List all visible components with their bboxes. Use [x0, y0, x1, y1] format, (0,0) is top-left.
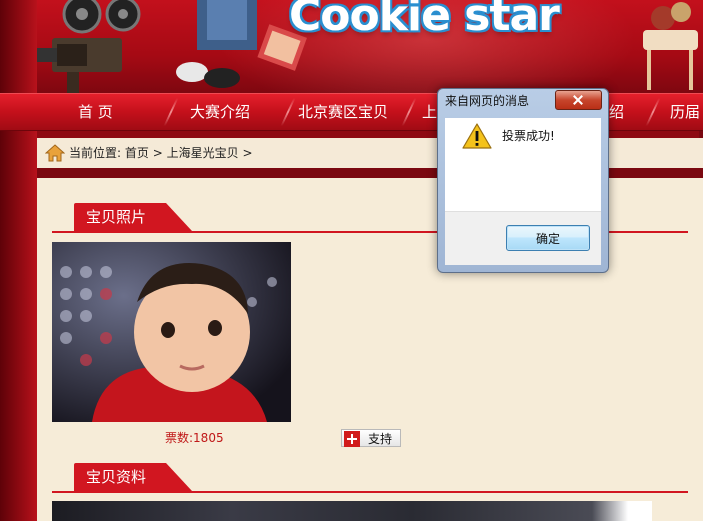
- breadcrumb-separator: >: [152, 146, 163, 160]
- breadcrumb-separator: >: [242, 146, 253, 160]
- nav-shanghai-babies[interactable]: 上: [422, 94, 437, 130]
- section-photo-title: 宝贝照片: [86, 208, 147, 226]
- vote-count: 票数:1805: [165, 431, 224, 445]
- breadcrumb-home-link[interactable]: 首页: [125, 146, 149, 160]
- nav-separator: [645, 98, 661, 126]
- site-logo[interactable]: Cookie star: [289, 0, 560, 41]
- plus-icon: [344, 431, 360, 447]
- nav-contest-intro[interactable]: 大赛介绍: [190, 94, 250, 130]
- dialog-title: 来自网页的消息: [445, 94, 530, 108]
- nav-home[interactable]: 首 页: [78, 94, 113, 130]
- warning-icon: [462, 123, 492, 149]
- section-info-title: 宝贝资料: [86, 468, 147, 486]
- gift-decoration: [643, 2, 698, 90]
- home-icon: [45, 144, 65, 162]
- nav-item-partial[interactable]: 绍: [609, 94, 624, 130]
- breadcrumb-prefix: 当前位置:: [69, 146, 122, 160]
- film-projector-icon: [37, 0, 141, 93]
- support-button-label: 支持: [368, 432, 393, 446]
- section-info-header: 宝贝资料: [52, 463, 703, 493]
- alert-dialog: 来自网页的消息 投票成功! 确定: [437, 88, 609, 273]
- support-button[interactable]: 支持: [341, 429, 401, 447]
- nav-separator: [401, 98, 417, 126]
- ok-button[interactable]: 确定: [506, 225, 590, 251]
- dialog-footer: 确定: [445, 211, 601, 265]
- nav-past-editions[interactable]: 历届: [670, 94, 700, 130]
- dialog-close-button[interactable]: [555, 90, 602, 110]
- baby-photo[interactable]: [52, 242, 291, 422]
- left-decoration: [0, 0, 37, 521]
- nav-separator: [280, 98, 296, 126]
- dialog-message: 投票成功!: [502, 129, 555, 143]
- nav-separator: [163, 98, 179, 126]
- header-banner: Cookie star: [37, 0, 703, 93]
- info-image-strip: [52, 501, 652, 521]
- section-underline: [52, 491, 688, 493]
- nav-beijing-babies[interactable]: 北京赛区宝贝: [298, 94, 388, 130]
- breadcrumb-current-link[interactable]: 上海星光宝贝: [167, 146, 239, 160]
